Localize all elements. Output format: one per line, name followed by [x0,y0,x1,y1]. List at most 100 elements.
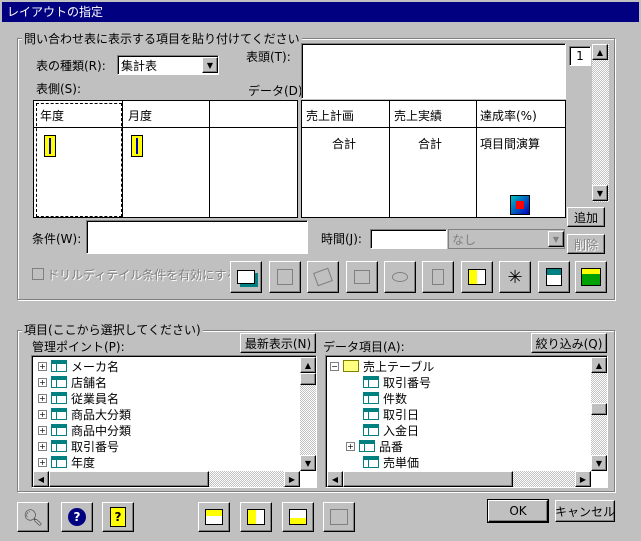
data-item[interactable]: + 品番 [346,438,404,454]
table-icon [363,456,379,468]
scroll-up-icon[interactable]: ▲ [591,357,607,373]
table-kind-label: 表の種類(R): [36,59,106,73]
sort-icon[interactable] [44,135,56,157]
expand-icon[interactable]: + [38,393,47,403]
delete-button[interactable]: 削除 [567,234,605,254]
expand-icon[interactable]: + [38,425,47,435]
title-bar: レイアウトの指定 [2,2,639,22]
scroll-down-icon[interactable]: ▼ [591,455,607,471]
scroll-left-icon[interactable]: ◀ [327,471,343,487]
scroll-down-icon[interactable]: ▼ [300,455,316,471]
help-icon[interactable]: ? [61,502,93,532]
table-icon [51,456,67,468]
insert-side-icon[interactable] [198,502,230,532]
data-hscrollbar[interactable]: ◀ ▶ [327,471,591,487]
cancel-button[interactable]: キャンセル [555,500,615,522]
mgmt-item[interactable]: + 商品大分類 [38,406,131,422]
scroll-up-icon[interactable]: ▲ [592,44,608,60]
time-select-value: なし [452,232,477,247]
side-column-month[interactable]: 月度 [128,107,152,124]
data-item-label: 入金日 [383,423,420,438]
mgmt-item[interactable]: + メーカ名 [38,358,119,374]
mgmt-item-label: 商品中分類 [71,423,132,438]
scroll-right-icon[interactable]: ▶ [284,471,300,487]
data-column-name[interactable]: 売上実績 [394,107,442,124]
scroll-thumb[interactable] [343,471,513,487]
mgmt-item[interactable]: + 年度 [38,454,95,470]
data-area[interactable]: 売上計画 売上実績 達成率(%) 合計 合計 項目間演算 [301,100,566,218]
insert-data-icon[interactable] [282,502,314,532]
expand-icon[interactable]: ✳ [499,261,531,293]
trash-disabled-icon[interactable] [422,261,454,293]
condition-field[interactable] [86,220,308,254]
question-icon[interactable]: ? [102,502,134,532]
scroll-right-icon[interactable]: ▶ [575,471,591,487]
ok-button[interactable]: OK [488,500,548,522]
drill-checkbox[interactable] [32,268,44,280]
data-item[interactable]: 取引番号 [350,374,431,390]
scroll-left-icon[interactable]: ◀ [33,471,49,487]
side-column-year[interactable]: 年度 [40,107,64,124]
header-label: 表頭(T): [246,50,291,64]
filter-button[interactable]: 絞り込み(Q) [531,333,607,353]
search-icon[interactable]: 🔍︎ [17,502,49,532]
table-settings-icon[interactable] [575,261,607,293]
scroll-thumb[interactable] [49,471,209,487]
data-root-label: 売上テーブル [363,359,435,374]
time-input[interactable] [370,229,447,249]
table-kind-select[interactable]: 集計表 ▼ [117,55,219,75]
chevron-down-icon[interactable]: ▼ [548,231,564,247]
mgmt-item[interactable]: + 従業員名 [38,390,119,406]
data-scrollbar[interactable]: ▲ ▼ [591,357,607,471]
edit-disabled-icon[interactable] [269,261,301,293]
table-icon [359,440,375,452]
preview-icon[interactable] [230,261,262,293]
mgmt-hscrollbar[interactable]: ◀ ▶ [33,471,300,487]
expand-icon[interactable]: + [38,361,47,371]
collapse-icon[interactable]: − [330,361,339,371]
data-item[interactable]: 取引日 [350,406,419,422]
mgmt-item[interactable]: + 商品中分類 [38,422,131,438]
add-button[interactable]: 追加 [567,207,605,227]
layout-icon[interactable] [461,261,493,293]
expand-icon[interactable]: + [38,441,47,451]
side-area[interactable]: 年度 月度 [33,100,298,218]
layout-scrollbar[interactable]: ▲ ▼ [592,44,609,202]
data-column-agg: 合計 [332,137,357,151]
expand-icon[interactable]: + [38,457,47,467]
move-disabled-icon[interactable] [307,261,339,293]
mgmt-tree[interactable]: + メーカ名 + 店舗名 + 従業員名 + 商品大分類 + 商品中分類 + 取引番号 + 年度 ▲ ▼ ◀… [31,355,317,488]
data-item[interactable]: 入金日 [350,422,419,438]
data-column-name[interactable]: 達成率(%) [480,107,537,124]
header-area[interactable] [301,43,566,99]
data-tree[interactable]: − 売上テーブル 取引番号 件数 取引日 入金日 + 品番 売単価 ▲ ▼ ◀ ▶ [325,355,608,488]
scroll-up-icon[interactable]: ▲ [300,357,316,373]
time-select[interactable]: なし ▼ [448,229,565,249]
scroll-thumb[interactable] [300,373,316,385]
data-item-label: 品番 [379,439,404,454]
sort-icon[interactable] [131,135,143,157]
scroll-down-icon[interactable]: ▼ [592,185,608,201]
insert-condition-icon[interactable] [323,502,355,532]
data-column-name[interactable]: 売上計画 [306,107,354,124]
mgmt-scrollbar[interactable]: ▲ ▼ [300,357,316,471]
expand-icon[interactable]: + [38,377,47,387]
data-root[interactable]: − 売上テーブル [330,358,434,374]
mgmt-item[interactable]: + 店舗名 [38,374,107,390]
filter-disabled-icon[interactable] [384,261,416,293]
expand-icon[interactable]: + [38,409,47,419]
chevron-down-icon[interactable]: ▼ [202,57,218,73]
expand-icon[interactable]: + [346,441,355,451]
mgmt-item[interactable]: + 取引番号 [38,438,119,454]
calculator-icon[interactable] [538,261,570,293]
data-item[interactable]: 売単価 [350,454,419,470]
insert-header-icon[interactable] [240,502,272,532]
mgmt-item-label: メーカ名 [71,359,120,374]
copy-disabled-icon[interactable] [346,261,378,293]
data-item[interactable]: 件数 [350,390,407,406]
layout-group-label: 問い合わせ表に表示する項目を貼り付けてください [22,30,302,47]
refresh-button[interactable]: 最新表示(N) [240,333,316,353]
table-icon [363,376,379,388]
calc-icon[interactable] [510,195,530,215]
scroll-thumb[interactable] [591,403,607,415]
